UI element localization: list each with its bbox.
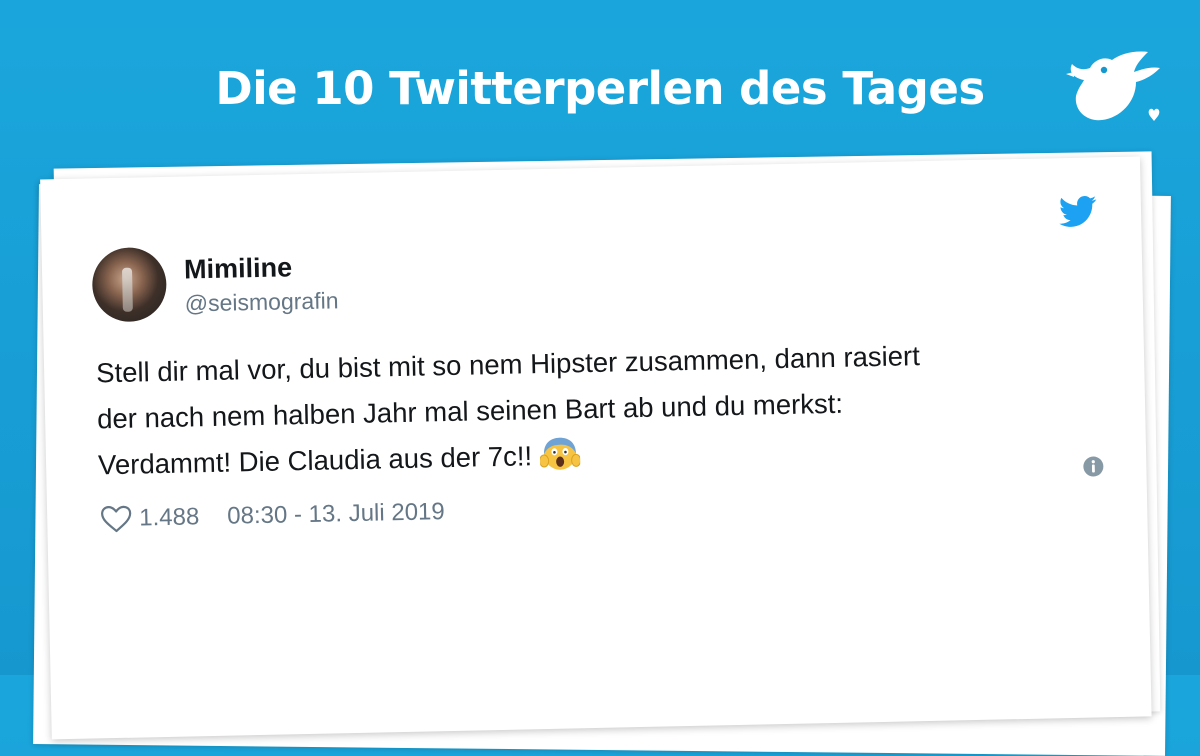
bird-heart-logo-icon <box>1066 51 1160 121</box>
twitter-bird-icon[interactable] <box>1059 195 1098 228</box>
face-screaming-in-fear-icon <box>539 437 581 470</box>
user-handle[interactable]: @seismografin <box>184 287 338 317</box>
tweet-card: Mimiline @seismografin Stell dir mal vor… <box>40 156 1152 740</box>
like-count: 1.488 <box>138 503 200 532</box>
heart-outline-icon[interactable] <box>99 504 134 535</box>
avatar-photo-detail <box>121 267 133 312</box>
user-display-name[interactable]: Mimiline <box>184 252 293 285</box>
tweet-text-line-content: Verdammt! Die Claudia aus der 7c!! <box>97 440 533 481</box>
avatar[interactable] <box>91 246 168 323</box>
tweet-timestamp[interactable]: 08:30 - 13. Juli 2019 <box>227 498 445 531</box>
tweet-meta: 1.488 08:30 - 13. Juli 2019 <box>99 497 445 534</box>
info-icon[interactable] <box>1082 455 1104 477</box>
tweet-text: Stell dir mal vor, du bist mit so nem Hi… <box>96 329 1099 488</box>
page-title: Die 10 Twitterperlen des Tages <box>215 62 985 115</box>
